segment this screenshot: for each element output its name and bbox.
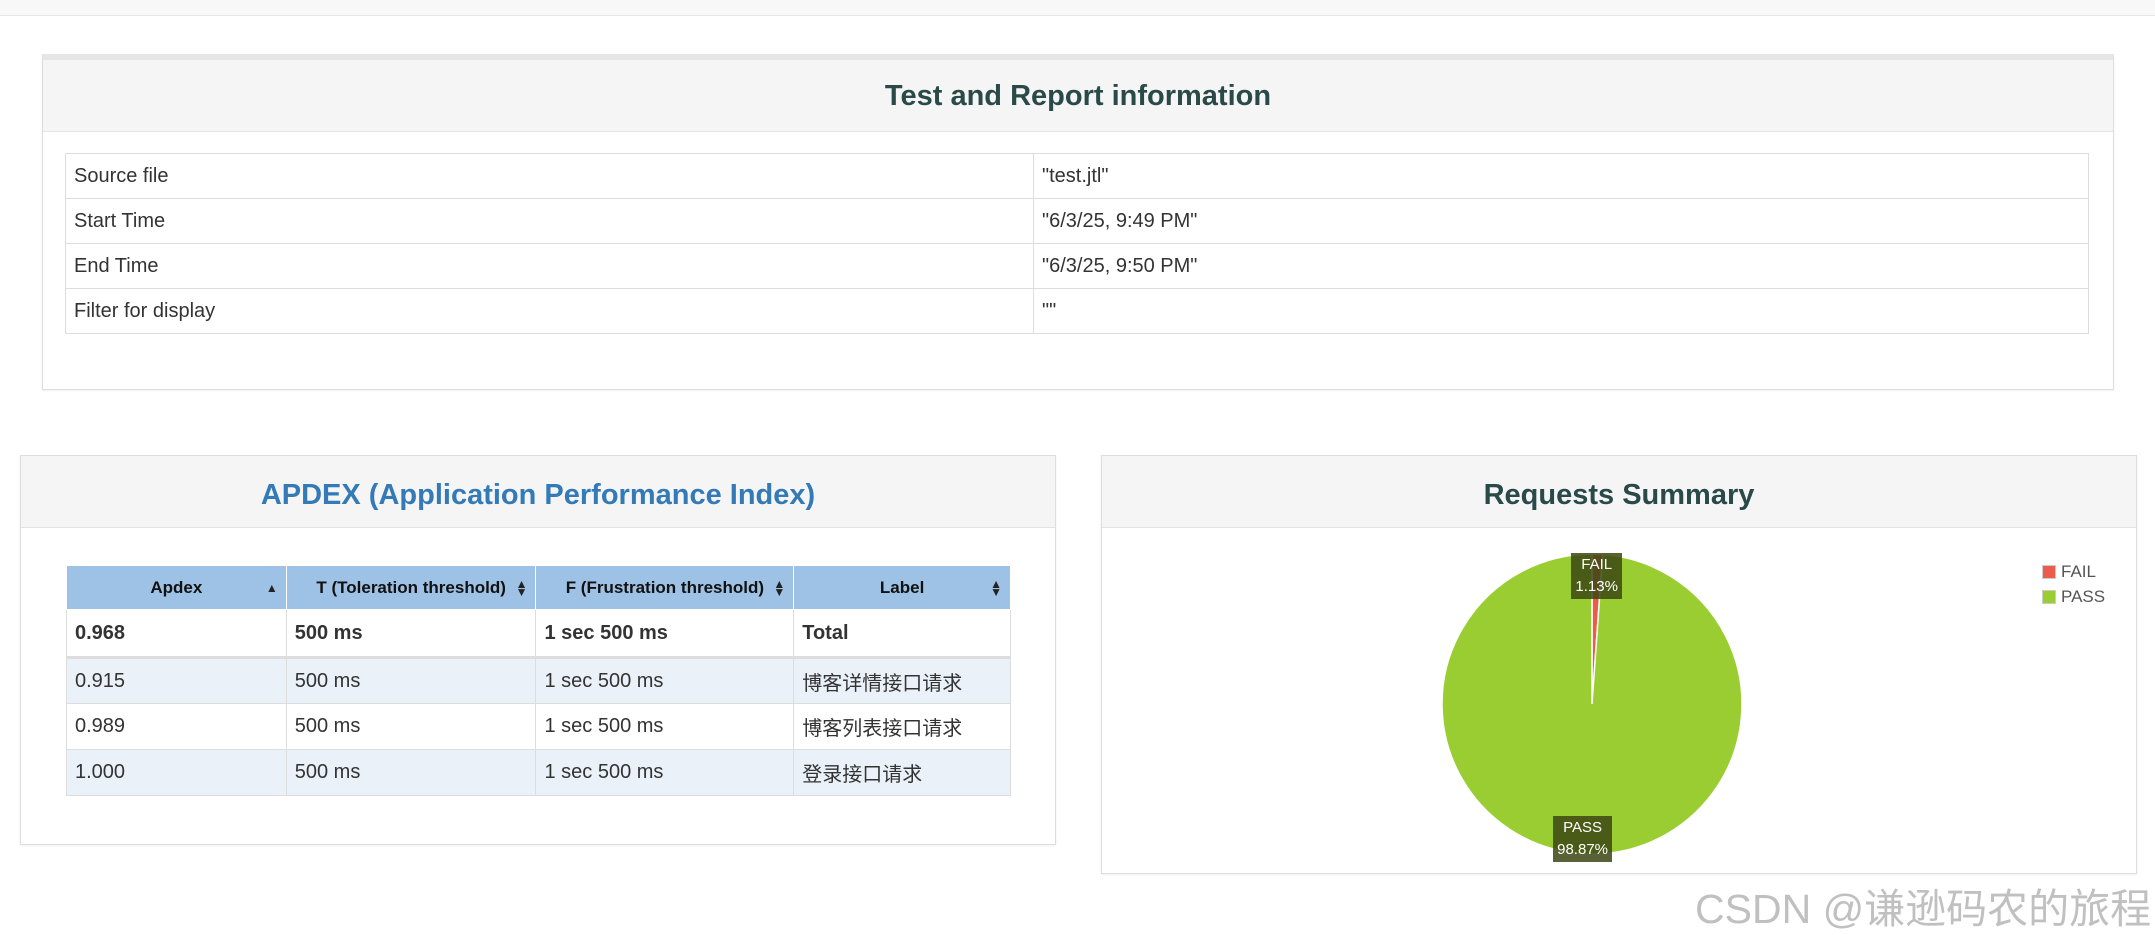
requests-panel-title: Requests Summary [1483,479,1755,511]
info-value-source-file: "test.jtl" [1033,153,2089,199]
table-row: End Time "6/3/25, 9:50 PM" [65,243,2089,289]
pie-label-name: FAIL [1581,556,1613,574]
table-row: Start Time "6/3/25, 9:49 PM" [65,198,2089,244]
csdn-watermark: CSDN @谦逊码农的旅程 [1695,886,2152,932]
column-header-label: T (Toleration threshold) [316,577,506,597]
apdex-panel: APDEX (Application Performance Index) Ap… [20,455,1056,845]
info-table: Source file "test.jtl" Start Time "6/3/2… [65,153,2089,334]
sort-ascending-icon: ▲ [265,580,278,595]
legend-item-fail[interactable]: FAIL [2042,559,2105,584]
legend-swatch-fail [2042,564,2056,579]
cell-frustration: 1 sec 500 ms [535,703,795,750]
test-report-info-panel: Test and Report information Source file … [42,54,2114,390]
cell-apdex: 0.989 [66,703,287,750]
pie-label-pass: PASS 98.87% [1553,815,1612,862]
info-label-end-time: End Time [65,243,1034,289]
legend-item-pass[interactable]: PASS [2042,584,2105,609]
sort-both-icon: ▲ ▼ [515,576,528,599]
cell-frustration: 1 sec 500 ms [535,609,795,659]
requests-panel-heading: Requests Summary [1102,456,2136,528]
table-row: 0.915 500 ms 1 sec 500 ms 博客详情接口请求 [66,657,1011,704]
apdex-panel-title: APDEX (Application Performance Index) [260,479,816,511]
info-label-source-file: Source file [65,153,1034,199]
column-header-label: Label [879,577,925,597]
table-row: 1.000 500 ms 1 sec 500 ms 登录接口请求 [66,749,1011,796]
cell-toleration: 500 ms [285,703,537,750]
legend-label-fail: FAIL [2061,561,2096,581]
column-header-frustration[interactable]: F (Frustration threshold) ▲ ▼ [535,565,795,610]
column-header-apdex[interactable]: Apdex ▲ [66,565,287,610]
apdex-panel-heading: APDEX (Application Performance Index) [21,456,1055,528]
table-row: Filter for display "" [65,288,2089,334]
pie-label-fail: FAIL 1.13% [1571,553,1622,600]
info-panel-title: Test and Report information [884,80,1272,112]
cell-apdex: 0.968 [66,609,287,659]
cell-apdex: 1.000 [66,749,287,796]
info-value-start-time: "6/3/25, 9:49 PM" [1033,198,2089,244]
info-label-filter: Filter for display [65,288,1034,334]
cell-label: Total [793,609,1011,659]
pie-label-value: 98.87% [1557,840,1608,858]
apdex-header-row: Apdex ▲ T (Toleration threshold) ▲ ▼ F (F… [66,565,1011,610]
top-navbar [0,0,2155,16]
sort-both-icon: ▲ ▼ [773,576,786,599]
legend-label-pass: PASS [2061,586,2106,606]
cell-frustration: 1 sec 500 ms [535,749,795,796]
apdex-table: Apdex ▲ T (Toleration threshold) ▲ ▼ F (F… [66,565,1011,796]
table-row: Source file "test.jtl" [65,153,2089,199]
cell-frustration: 1 sec 500 ms [535,657,795,704]
column-header-toleration[interactable]: T (Toleration threshold) ▲ ▼ [285,565,537,610]
pie-label-value: 1.13% [1575,578,1618,596]
column-header-label-col[interactable]: Label ▲ ▼ [793,565,1011,610]
column-header-label: Apdex [150,577,203,597]
legend-swatch-pass [2042,589,2056,604]
cell-toleration: 500 ms [285,657,537,704]
sort-both-icon: ▲ ▼ [990,576,1002,599]
table-row-total: 0.968 500 ms 1 sec 500 ms Total [66,609,1011,659]
cell-label: 博客详情接口请求 [793,657,1011,704]
cell-toleration: 500 ms [285,749,537,796]
info-label-start-time: Start Time [65,198,1034,244]
pie-label-name: PASS [1563,818,1603,836]
info-value-end-time: "6/3/25, 9:50 PM" [1033,243,2089,289]
info-value-filter: "" [1033,288,2089,334]
chart-legend: FAIL PASS [2042,559,2105,609]
cell-label: 博客列表接口请求 [793,703,1011,750]
cell-apdex: 0.915 [66,657,287,704]
table-row: 0.989 500 ms 1 sec 500 ms 博客列表接口请求 [66,703,1011,750]
column-header-label: F (Frustration threshold) [565,577,765,597]
cell-toleration: 500 ms [285,609,537,659]
info-panel-heading: Test and Report information [43,60,2113,132]
requests-summary-panel: Requests Summary FAIL 1.13% PASS 98.87% FAI… [1101,455,2137,874]
cell-label: 登录接口请求 [793,749,1011,796]
